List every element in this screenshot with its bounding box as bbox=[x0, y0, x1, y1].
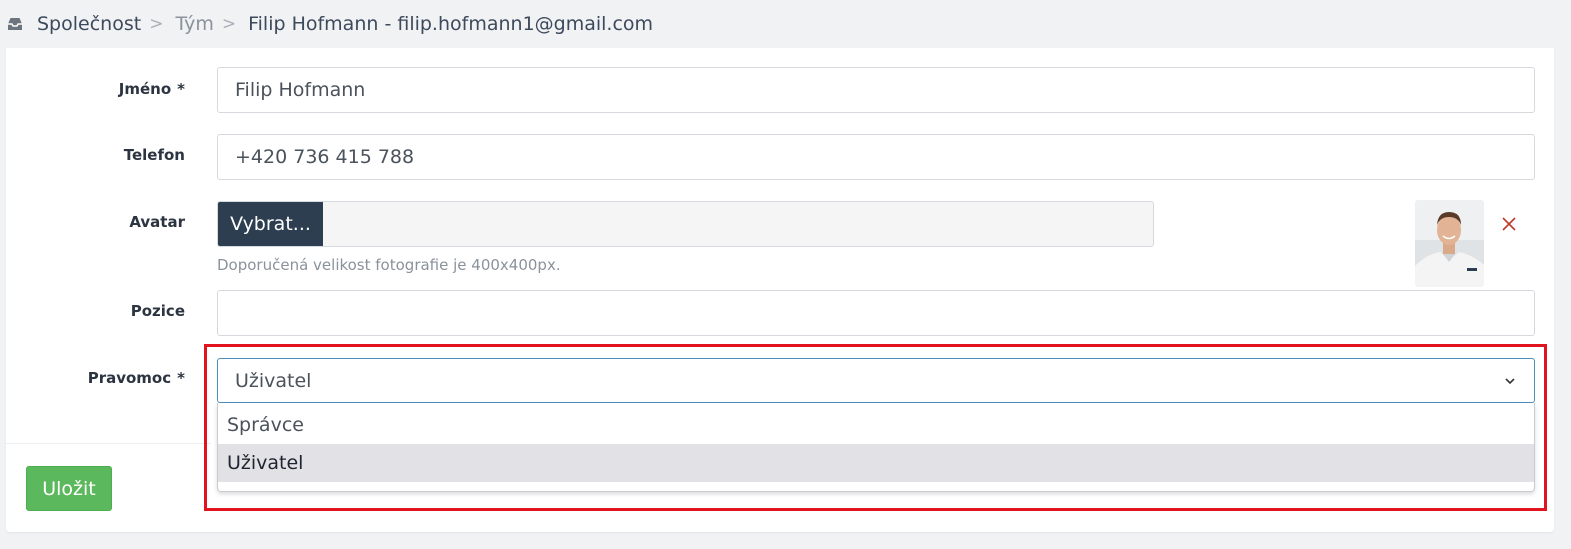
authority-dropdown: Správce Uživatel bbox=[217, 403, 1535, 492]
inbox-icon bbox=[6, 15, 24, 33]
position-input[interactable] bbox=[217, 290, 1535, 336]
save-button[interactable]: Uložit bbox=[26, 466, 112, 511]
authority-select[interactable]: Uživatel bbox=[217, 358, 1535, 403]
dropdown-option-user[interactable]: Uživatel bbox=[218, 444, 1534, 482]
footer-divider bbox=[6, 443, 211, 444]
breadcrumb-company[interactable]: Společnost bbox=[37, 13, 141, 35]
avatar-label: Avatar bbox=[129, 213, 185, 231]
phone-input[interactable]: +420 736 415 788 bbox=[217, 134, 1535, 180]
phone-input-value: +420 736 415 788 bbox=[235, 146, 415, 168]
avatar-preview bbox=[1415, 200, 1484, 287]
name-input-value: Filip Hofmann bbox=[235, 79, 366, 101]
position-label: Pozice bbox=[130, 302, 185, 320]
breadcrumb-separator: > bbox=[149, 14, 164, 34]
chevron-down-icon bbox=[1503, 374, 1517, 388]
close-icon[interactable] bbox=[1501, 216, 1517, 232]
form-card: Jméno * Filip Hofmann Telefon +420 736 41… bbox=[6, 48, 1554, 532]
phone-label: Telefon bbox=[123, 146, 185, 164]
dropdown-option-admin[interactable]: Správce bbox=[218, 406, 1534, 444]
breadcrumb-separator: > bbox=[221, 14, 237, 34]
avatar-file-input[interactable]: Vybrat... bbox=[217, 201, 1154, 247]
name-input[interactable]: Filip Hofmann bbox=[217, 67, 1535, 113]
authority-selected-value: Uživatel bbox=[235, 369, 312, 392]
choose-file-button[interactable]: Vybrat... bbox=[218, 202, 323, 246]
authority-label: Pravomoc * bbox=[87, 369, 185, 387]
name-label: Jméno * bbox=[118, 80, 185, 98]
breadcrumb-team[interactable]: Tým bbox=[175, 13, 213, 35]
breadcrumb-current: Filip Hofmann - filip.hofmann1@gmail.com bbox=[248, 13, 654, 35]
breadcrumb: Společnost > Tým > Filip Hofmann - filip… bbox=[0, 0, 1571, 48]
avatar-hint: Doporučená velikost fotografie je 400x40… bbox=[217, 256, 561, 274]
